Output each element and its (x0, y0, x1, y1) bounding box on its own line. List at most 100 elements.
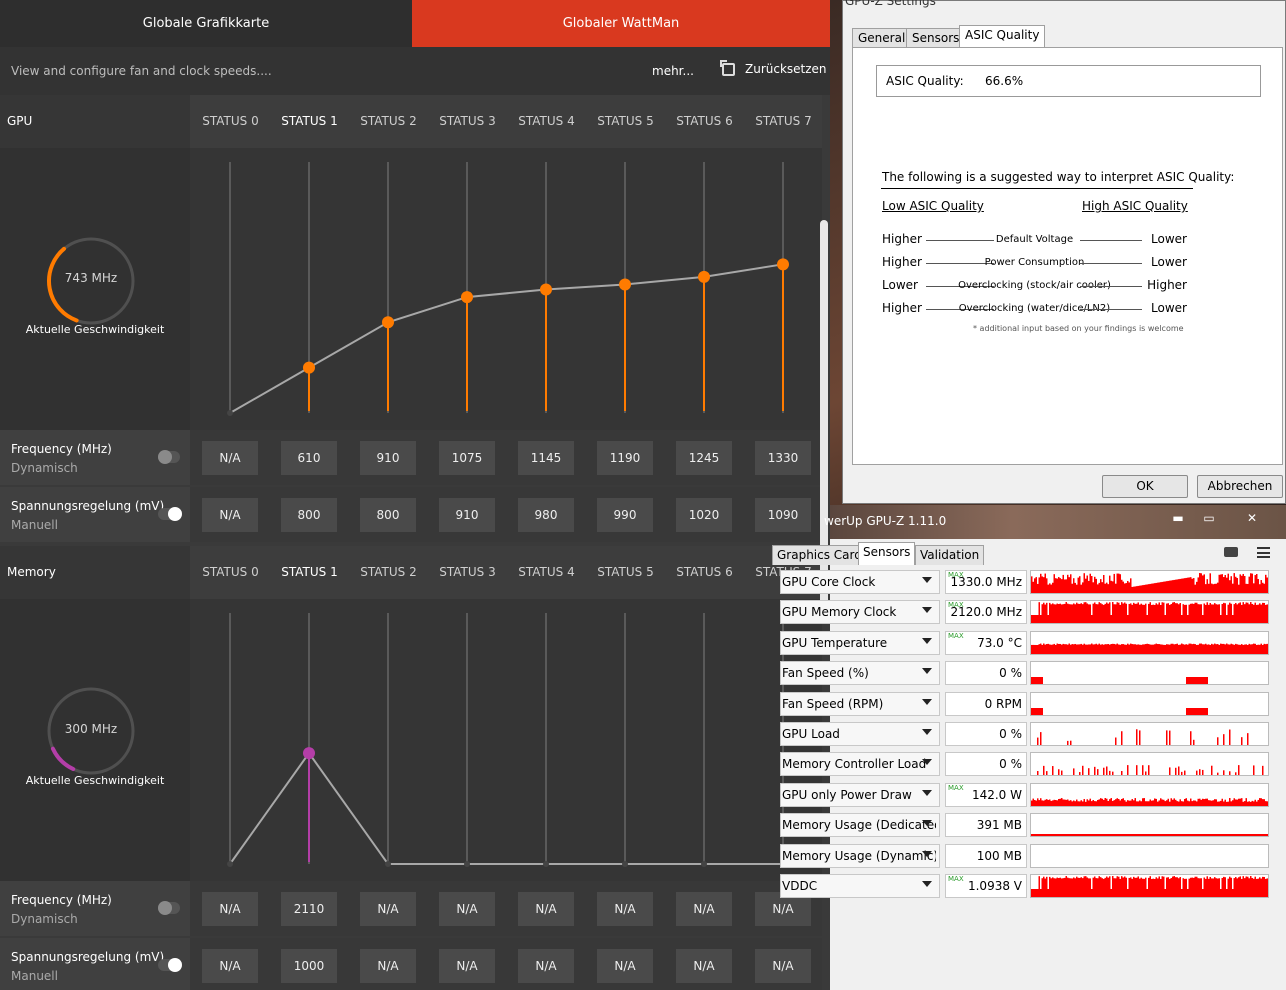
tab-global-graphics[interactable]: Globale Grafikkarte (0, 0, 412, 47)
gpu-state-6: STATUS 6 (676, 114, 733, 128)
memory-voltage-cell-7[interactable]: N/A (755, 949, 811, 983)
gpu-frequency-toggle[interactable] (158, 450, 180, 464)
sensor-value: MAX 1.0938 V (945, 874, 1027, 898)
memory-voltage-cell-3[interactable]: N/A (439, 949, 495, 983)
interpretation-row: Higher Default Voltage Lower (882, 232, 1187, 248)
gpuz-main-window: werUp GPU-Z 1.11.0 ▬ ▭ ✕ Graphics Card S… (772, 505, 1286, 990)
memory-voltage-cell-2[interactable]: N/A (360, 949, 416, 983)
sensor-row: GPU Temperature MAX 73.0 °C (780, 628, 1286, 658)
gpu-frequency-cell-1[interactable]: 610 (281, 441, 337, 475)
memory-frequency-cell-4[interactable]: N/A (518, 892, 574, 926)
gpuz-window-title: werUp GPU-Z 1.11.0 (824, 514, 947, 528)
gpu-voltage-toggle[interactable] (158, 507, 182, 521)
maximize-button[interactable]: ▭ (1194, 509, 1224, 527)
tab-graphics-card[interactable]: Graphics Card (772, 545, 867, 565)
chevron-down-icon[interactable] (922, 881, 932, 887)
tab-asic-quality[interactable]: ASIC Quality (959, 25, 1046, 48)
tab-sensors[interactable]: Sensors (858, 542, 916, 565)
gpu-frequency-cell-7[interactable]: 1330 (755, 441, 811, 475)
gpu-point-4 (540, 283, 552, 296)
chevron-down-icon[interactable] (922, 820, 932, 827)
gpu-frequency-row: Frequency (MHz) Dynamisch N/A 610 910 1075 1… (0, 430, 822, 485)
sensor-name: GPU Load (782, 727, 840, 741)
chevron-down-icon[interactable] (922, 668, 932, 675)
chevron-down-icon[interactable] (922, 729, 932, 735)
gpu-voltage-cell-5[interactable]: 990 (597, 498, 653, 532)
memory-state-curve[interactable] (190, 599, 822, 881)
memory-voltage-mode: Manuell (11, 969, 58, 983)
memory-state-5: STATUS 5 (597, 565, 654, 579)
gpu-voltage-cell-6[interactable]: 1020 (676, 498, 732, 532)
gpu-voltage-cell-2[interactable]: 800 (360, 498, 416, 532)
sensor-row: GPU Core Clock MAX 1330.0 MHz (780, 567, 1286, 597)
close-button[interactable]: ✕ (1237, 509, 1267, 527)
memory-point-3 (464, 861, 470, 867)
chevron-down-icon[interactable] (922, 577, 932, 583)
more-link[interactable]: mehr... (652, 64, 694, 78)
gpu-frequency-cell-2[interactable]: 910 (360, 441, 416, 475)
memory-voltage-toggle[interactable] (158, 958, 182, 972)
memory-voltage-row: Spannungsregelung (mV) Manuell N/A 1000 N/… (0, 938, 822, 990)
sensor-row: Fan Speed (RPM) 0 RPM (780, 689, 1286, 719)
gpu-state-header: GPU STATUS 0 STATUS 1 STATUS 2 STATUS 3 STAT… (0, 95, 822, 148)
tab-validation[interactable]: Validation (915, 545, 985, 565)
memory-voltage-cell-5[interactable]: N/A (597, 949, 653, 983)
minimize-button[interactable]: ▬ (1163, 509, 1193, 527)
sensor-name: GPU only Power Draw (782, 787, 912, 802)
sensor-name: Memory Usage (Dedicated) (782, 818, 936, 833)
memory-frequency-cell-5[interactable]: N/A (597, 892, 653, 926)
chevron-down-icon[interactable] (922, 698, 932, 705)
sensor-value-text: 0 % (999, 666, 1022, 681)
chevron-down-icon[interactable] (922, 607, 932, 614)
sensor-name: GPU Memory Clock (782, 605, 897, 620)
sensor-row: GPU Memory Clock MAX 2120.0 MHz (780, 597, 1286, 627)
sensor-value-text: 0 % (999, 757, 1022, 772)
chevron-down-icon[interactable] (922, 850, 932, 857)
memory-frequency-cell-3[interactable]: N/A (439, 892, 495, 926)
chevron-down-icon[interactable] (922, 637, 932, 644)
gpu-frequency-cell-4[interactable]: 1145 (518, 441, 574, 475)
memory-voltage-cell-6[interactable]: N/A (676, 949, 732, 983)
tab-global-wattman[interactable]: Globaler WattMan (412, 0, 830, 47)
memory-voltage-cell-4[interactable]: N/A (518, 949, 574, 983)
reset-icon (720, 59, 735, 76)
max-badge: MAX (948, 571, 964, 579)
sensor-name: Memory Usage (Dynamic) (782, 848, 936, 863)
sensor-name: Memory Controller Load (782, 757, 927, 772)
gpu-frequency-cell-5[interactable]: 1190 (597, 441, 653, 475)
memory-frequency-cell-2[interactable]: N/A (360, 892, 416, 926)
memory-state-3: STATUS 3 (439, 565, 496, 579)
chevron-down-icon[interactable] (922, 789, 932, 796)
wattman-toolbar: View and configure fan and clock speeds.… (0, 47, 830, 95)
sensor-value: 391 MB (945, 813, 1027, 838)
gpu-voltage-cell-7[interactable]: 1090 (755, 498, 811, 532)
tab-sensors-settings[interactable]: Sensors (906, 28, 966, 48)
asic-note: * additional input based on your finding… (973, 324, 1184, 333)
sensor-value: 0 RPM (945, 691, 1027, 716)
chevron-down-icon[interactable] (922, 759, 932, 766)
gpu-voltage-cell-3[interactable]: 910 (439, 498, 495, 532)
reset-button[interactable]: Zurücksetzen (720, 59, 827, 76)
memory-point-2 (385, 861, 391, 867)
gpu-voltage-cell-1[interactable]: 800 (281, 498, 337, 532)
ok-button[interactable]: OK (1102, 475, 1188, 498)
sensor-name: GPU Temperature (782, 635, 888, 650)
gpu-voltage-cell-4[interactable]: 980 (518, 498, 574, 532)
memory-frequency-cell-0: N/A (202, 892, 258, 926)
memory-frequency-cell-6[interactable]: N/A (676, 892, 732, 926)
menu-icon[interactable] (1257, 547, 1270, 558)
gpu-state-curve[interactable] (190, 148, 822, 430)
memory-frequency-cell-1[interactable]: 2110 (281, 892, 337, 926)
memory-frequency-toggle[interactable] (158, 901, 180, 915)
memory-point-1 (303, 747, 315, 760)
gpu-frequency-cell-3[interactable]: 1075 (439, 441, 495, 475)
camera-icon[interactable] (1224, 547, 1238, 557)
gpu-frequency-cell-6[interactable]: 1245 (676, 441, 732, 475)
gpu-point-2 (382, 316, 394, 329)
memory-voltage-cell-1[interactable]: 1000 (281, 949, 337, 983)
interpretation-high-value: Higher (1147, 278, 1187, 292)
cancel-button[interactable]: Abbrechen (1197, 475, 1283, 498)
tab-general[interactable]: General (852, 28, 912, 48)
gpu-state-0: STATUS 0 (202, 114, 259, 128)
sensor-name: VDDC (782, 879, 818, 893)
